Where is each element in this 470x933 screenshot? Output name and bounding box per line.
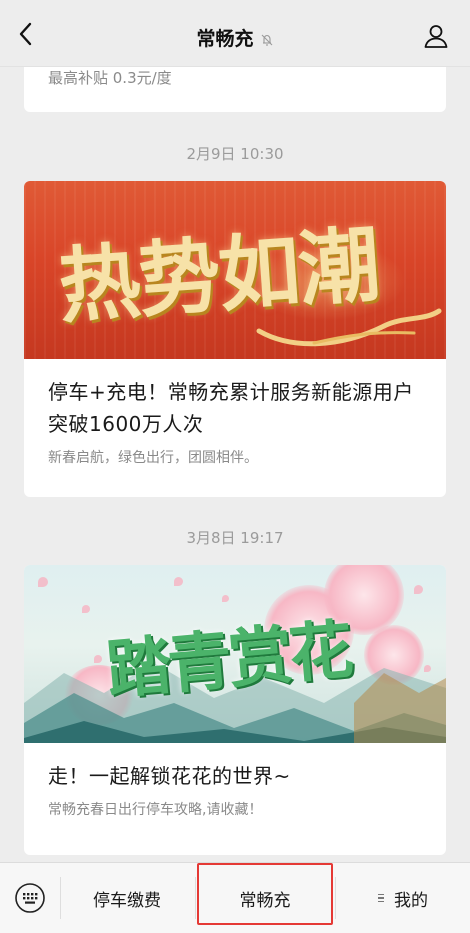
article-card[interactable]: 热势如潮 停车+充电！常畅充累计服务新能源用户突破1600万人次 新春启航，绿色… [24,181,446,497]
article-cover-image: 热势如潮 [24,181,446,359]
article-description: 最高补贴 0.3元/度 [48,69,172,87]
article-description: 常畅充春日出行停车攻略,请收藏！ [48,802,263,818]
keyboard-icon [15,883,45,913]
article-title: 走！一起解锁花花的世界~ [48,764,291,788]
article-description: 新春启航，绿色出行，团圆相伴。 [48,450,258,466]
message-timestamp: 2月9日 10:30 [186,145,284,163]
top-nav-bar: 常畅充 [0,0,470,67]
official-account-profile-button[interactable] [422,22,450,50]
article-title: 停车+充电！常畅充累计服务新能源用户突破1600万人次 [48,380,414,436]
article-cover-image: 踏青赏花 [24,565,446,743]
message-timestamp: 3月8日 19:17 [186,529,284,547]
account-title-area: 常畅充 [0,24,470,51]
bottom-menu-bar: 停车缴费 常畅充 我的 [0,862,470,933]
menu-item-label: 我的 [394,890,428,911]
menu-item-mine[interactable]: 我的 [336,863,470,933]
account-title: 常畅充 [196,28,254,50]
switch-to-keyboard-button[interactable] [14,882,46,914]
article-card[interactable]: 最高补贴 0.3元/度 [24,67,446,112]
highlight-box [197,863,333,925]
article-card[interactable]: 踏青赏花 走！一起解锁花花的世界~ 常畅充春日出行停车攻略,请收藏！ [24,565,446,855]
menu-item-label: 停车缴费 [93,890,161,911]
menu-item-parking-payment[interactable]: 停车缴费 [60,863,194,933]
person-icon [424,25,448,48]
cover-calligraphy-text: 热势如潮 [55,216,382,336]
bell-muted-icon [261,34,272,46]
submenu-lines-icon [378,892,386,905]
message-list[interactable]: 最高补贴 0.3元/度 2月9日 10:30 热势如潮 停车+充电！常畅充累计服… [0,67,470,862]
